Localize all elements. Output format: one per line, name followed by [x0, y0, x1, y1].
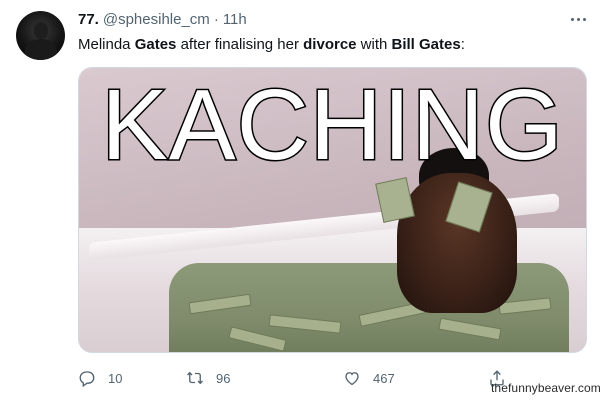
like-button[interactable]: 467	[343, 366, 395, 390]
display-name[interactable]: 77.	[78, 11, 99, 28]
retweet-icon	[187, 371, 203, 385]
tweet-text-bold: Bill Gates	[391, 36, 461, 53]
tweet-text-bold: divorce	[303, 36, 357, 53]
retweet-count: 96	[216, 370, 231, 386]
more-dots-icon[interactable]	[568, 9, 588, 29]
tweet-text-bold: Gates	[134, 36, 177, 53]
tweet-text-part: :	[460, 36, 465, 53]
tweet-media[interactable]: KACHING	[78, 67, 587, 353]
overlay-caption: KACHING	[100, 69, 565, 181]
reply-button[interactable]: 10	[78, 366, 122, 390]
tweet-header: 77. @sphesihle_cm · 11h	[78, 11, 247, 31]
reply-count: 10	[108, 370, 123, 386]
like-count: 467	[373, 370, 395, 386]
separator: ·	[213, 11, 219, 28]
avatar[interactable]	[16, 11, 65, 60]
tweet-text: Melinda Gates after finalising her divor…	[78, 35, 465, 55]
heart-icon	[345, 372, 359, 386]
watermark: thefunnybeaver.com	[491, 381, 600, 395]
tweet-text-part: with	[356, 36, 392, 53]
tweet: 77. @sphesihle_cm · 11h Melinda Gates af…	[0, 0, 600, 401]
timestamp[interactable]: 11h	[223, 11, 247, 28]
avatar-head	[34, 22, 48, 39]
avatar-shoulders	[25, 39, 57, 60]
reply-icon	[79, 371, 95, 387]
tweet-text-part: after finalising her	[176, 36, 304, 53]
user-handle[interactable]: @sphesihle_cm	[103, 11, 210, 28]
tweet-text-part: Melinda	[78, 36, 135, 53]
retweet-button[interactable]: 96	[186, 366, 230, 390]
